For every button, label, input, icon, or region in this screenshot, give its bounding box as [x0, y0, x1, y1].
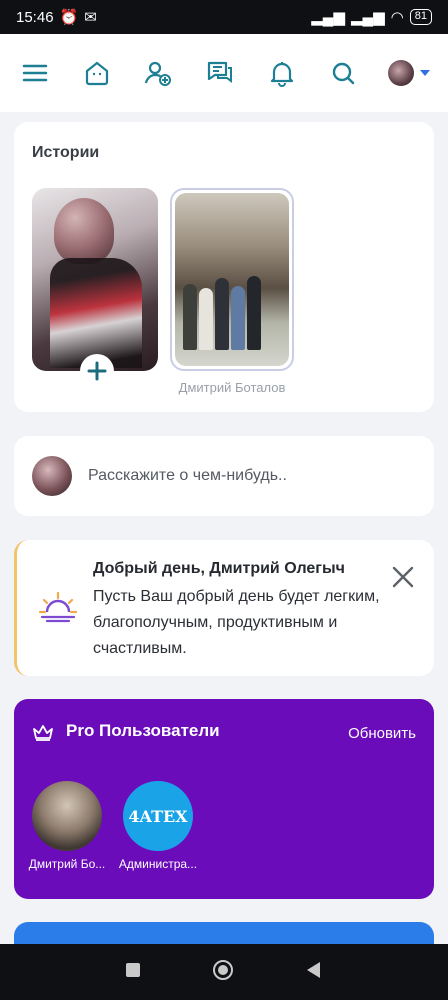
messages-icon[interactable]	[203, 56, 237, 90]
pro-user-item[interactable]: 4ATEX Администра...	[113, 781, 203, 871]
signal-icon: ▂▄▆	[311, 9, 345, 26]
home-button[interactable]	[212, 959, 234, 986]
pro-user-item[interactable]: Дмитрий Бо...	[22, 781, 112, 871]
pro-user-name: Администра...	[118, 857, 198, 871]
menu-icon[interactable]	[18, 56, 52, 90]
avatar	[32, 456, 72, 496]
story-image-body	[50, 258, 142, 368]
stories-title: Истории	[32, 144, 100, 161]
story-figure	[183, 284, 197, 350]
crown-icon	[33, 725, 53, 741]
back-button[interactable]	[305, 961, 323, 984]
chevron-down-icon	[419, 70, 430, 76]
recent-apps-button[interactable]	[125, 962, 141, 983]
story-figure	[215, 278, 229, 350]
add-story-button[interactable]	[80, 354, 114, 388]
story-figure	[247, 276, 261, 350]
pro-users-card: Pro Пользователи Обновить Дмитрий Бо... …	[14, 699, 434, 899]
story-item[interactable]	[170, 188, 294, 371]
add-friend-icon[interactable]	[141, 56, 175, 90]
status-time: 15:46	[16, 8, 54, 26]
search-icon[interactable]	[326, 56, 360, 90]
wifi-icon: ◠	[390, 9, 404, 26]
story-author-name: Дмитрий Боталов	[178, 380, 286, 395]
top-navigation	[0, 34, 448, 112]
greeting-title: Добрый день, Дмитрий Олегыч	[93, 560, 345, 577]
battery-indicator: 81	[409, 9, 432, 25]
signal2-icon: ▂▄▆	[350, 9, 385, 26]
story-image	[175, 193, 289, 366]
plus-icon	[87, 361, 107, 381]
profile-menu[interactable]	[387, 60, 430, 86]
sunrise-icon	[39, 591, 77, 623]
pro-users-title: Pro Пользователи	[66, 721, 220, 740]
compose-card[interactable]: Расскажите о чем-нибудь..	[14, 436, 434, 516]
story-figure	[199, 288, 213, 350]
refresh-button[interactable]: Обновить	[348, 725, 416, 742]
greeting-text: Пусть Ваш добрый день будет легким, благ…	[93, 588, 380, 657]
mail-icon: ✉	[84, 9, 97, 26]
avatar: 4ATEX	[123, 781, 193, 851]
avatar	[387, 60, 414, 86]
avatar	[32, 781, 102, 851]
alarm-icon: ⏰	[59, 9, 79, 26]
home-icon[interactable]	[80, 56, 114, 90]
story-image	[54, 198, 114, 264]
stories-card: Истории Дмитрий Боталов	[14, 122, 434, 412]
story-own[interactable]	[32, 188, 158, 371]
system-nav-bar	[0, 944, 448, 1000]
close-icon[interactable]	[390, 564, 416, 590]
status-bar: 15:46 ⏰ ✉ ▂▄▆ ▂▄▆ ◠ 81	[0, 0, 448, 34]
story-figure	[231, 286, 245, 350]
pro-user-name: Дмитрий Бо...	[28, 857, 106, 871]
greeting-card: Добрый день, Дмитрий Олегыч Пусть Ваш до…	[14, 540, 434, 676]
compose-input[interactable]: Расскажите о чем-нибудь..	[88, 467, 287, 485]
bell-icon[interactable]	[265, 56, 299, 90]
